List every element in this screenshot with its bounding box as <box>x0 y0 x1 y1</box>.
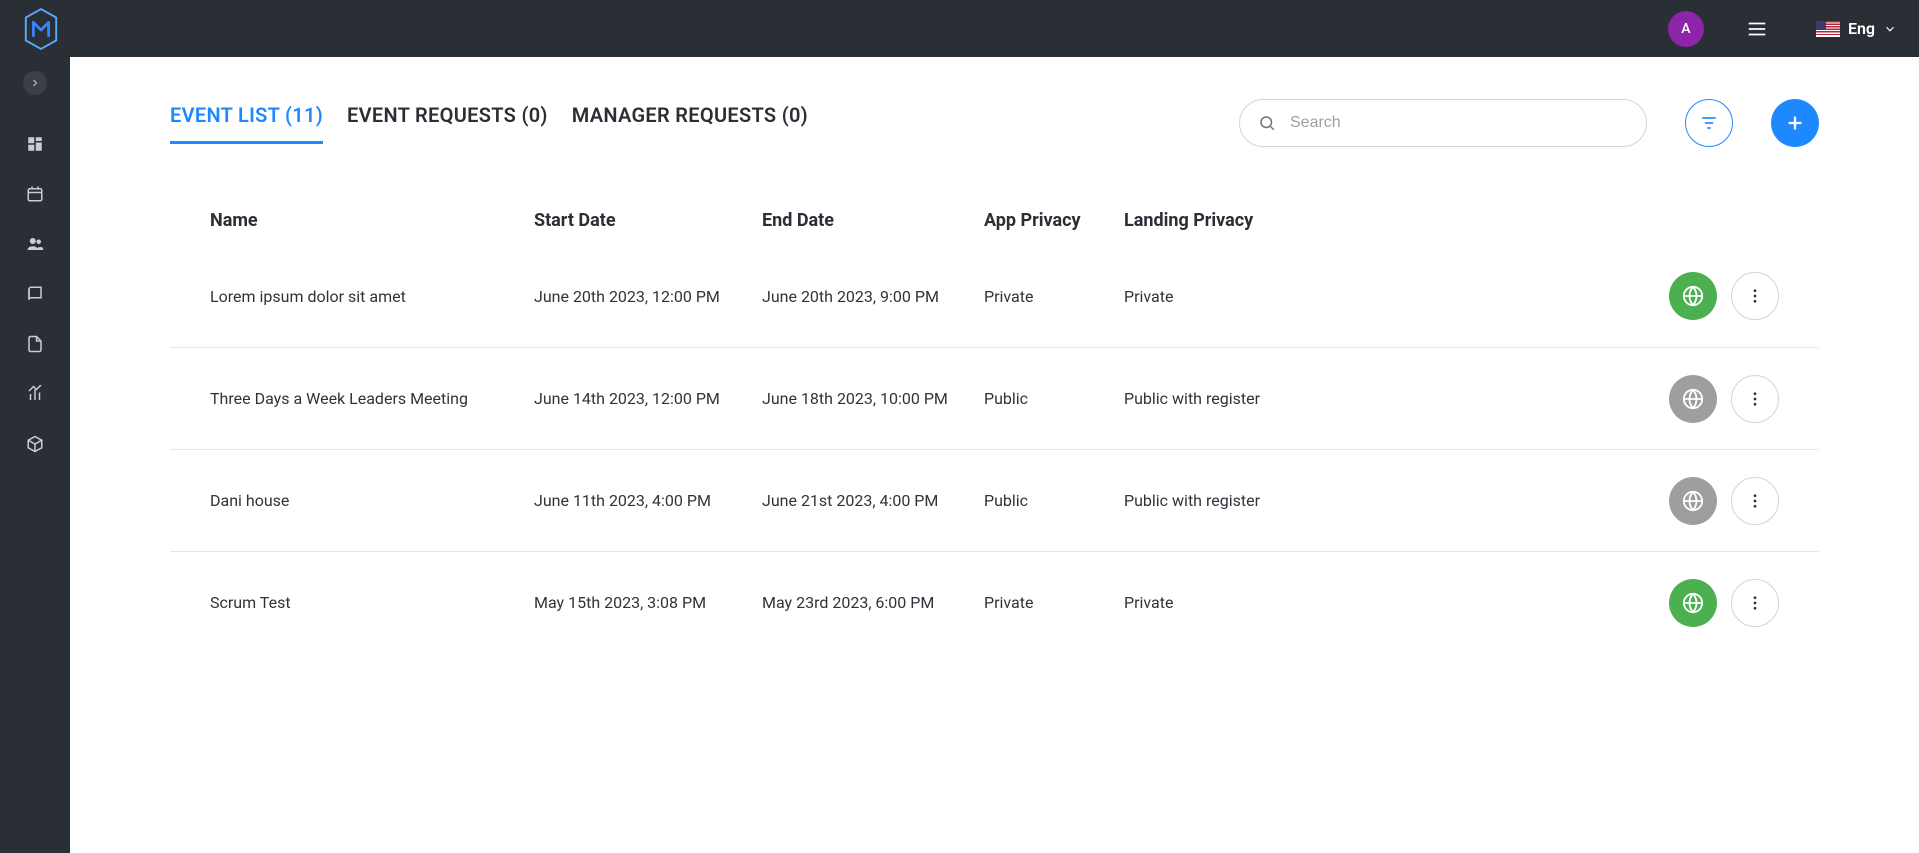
globe-icon <box>1682 490 1704 512</box>
search-box[interactable] <box>1239 99 1647 147</box>
cell-app-privacy: Private <box>984 287 1124 306</box>
globe-icon <box>1682 285 1704 307</box>
file-icon <box>26 335 44 353</box>
table-header-row: Name Start Date End Date App Privacy Lan… <box>170 195 1819 245</box>
more-vert-icon <box>1746 594 1764 612</box>
filter-button[interactable] <box>1685 99 1733 147</box>
col-app-privacy: App Privacy <box>984 210 1124 231</box>
cell-app-privacy: Private <box>984 593 1124 612</box>
tabs-row: EVENT LIST (11) EVENT REQUESTS (0) MANAG… <box>170 99 1819 147</box>
row-globe-button[interactable] <box>1669 579 1717 627</box>
col-name: Name <box>210 210 534 231</box>
row-more-button[interactable] <box>1731 272 1779 320</box>
cell-start-date: June 14th 2023, 12:00 PM <box>534 389 762 408</box>
table-row[interactable]: Lorem ipsum dolor sit ametJune 20th 2023… <box>170 245 1819 347</box>
cell-landing-privacy: Public with register <box>1124 389 1344 408</box>
row-actions <box>1344 579 1779 627</box>
tab-event-list[interactable]: EVENT LIST (11) <box>170 103 323 144</box>
table-row[interactable]: Three Days a Week Leaders MeetingJune 14… <box>170 347 1819 449</box>
col-start-date: Start Date <box>534 210 762 231</box>
cell-name: Dani house <box>210 491 534 510</box>
sidebar-item-dashboard[interactable] <box>0 119 70 169</box>
sidebar <box>0 57 70 853</box>
sidebar-item-library[interactable] <box>0 269 70 319</box>
sidebar-item-document[interactable] <box>0 319 70 369</box>
chevron-right-icon <box>29 77 41 89</box>
user-avatar[interactable]: A <box>1668 11 1704 47</box>
tab-event-requests[interactable]: EVENT REQUESTS (0) <box>347 103 548 144</box>
row-more-button[interactable] <box>1731 579 1779 627</box>
sidebar-item-analytics[interactable] <box>0 369 70 419</box>
cell-end-date: June 20th 2023, 9:00 PM <box>762 287 984 306</box>
cell-landing-privacy: Private <box>1124 593 1344 612</box>
cell-app-privacy: Public <box>984 491 1124 510</box>
row-more-button[interactable] <box>1731 375 1779 423</box>
events-table: Name Start Date End Date App Privacy Lan… <box>170 195 1819 653</box>
row-actions <box>1344 477 1779 525</box>
more-vert-icon <box>1746 390 1764 408</box>
search-input[interactable] <box>1290 114 1628 132</box>
bar-chart-icon <box>26 385 44 403</box>
cell-landing-privacy: Public with register <box>1124 491 1344 510</box>
main-content: EVENT LIST (11) EVENT REQUESTS (0) MANAG… <box>70 57 1919 853</box>
cell-end-date: May 23rd 2023, 6:00 PM <box>762 593 984 612</box>
sidebar-item-package[interactable] <box>0 419 70 469</box>
calendar-icon <box>26 185 44 203</box>
chevron-down-icon <box>1883 22 1897 36</box>
cell-start-date: June 11th 2023, 4:00 PM <box>534 491 762 510</box>
row-actions <box>1344 272 1779 320</box>
app-logo[interactable] <box>22 7 60 51</box>
dashboard-icon <box>26 135 44 153</box>
book-icon <box>26 285 44 303</box>
row-globe-button[interactable] <box>1669 477 1717 525</box>
table-row[interactable]: Dani houseJune 11th 2023, 4:00 PMJune 21… <box>170 449 1819 551</box>
col-landing-privacy: Landing Privacy <box>1124 210 1344 231</box>
avatar-initial: A <box>1681 21 1690 37</box>
language-switcher[interactable]: Eng <box>1816 19 1897 38</box>
cell-name: Lorem ipsum dolor sit amet <box>210 287 534 306</box>
language-label: Eng <box>1848 19 1875 38</box>
filter-icon <box>1699 113 1719 133</box>
topbar: A Eng <box>0 0 1919 57</box>
cell-name: Scrum Test <box>210 593 534 612</box>
search-icon <box>1258 114 1276 132</box>
globe-icon <box>1682 592 1704 614</box>
cell-start-date: June 20th 2023, 12:00 PM <box>534 287 762 306</box>
box-icon <box>26 435 44 453</box>
people-icon <box>26 235 44 253</box>
sidebar-item-calendar[interactable] <box>0 169 70 219</box>
row-more-button[interactable] <box>1731 477 1779 525</box>
cell-end-date: June 18th 2023, 10:00 PM <box>762 389 984 408</box>
globe-icon <box>1682 388 1704 410</box>
cell-landing-privacy: Private <box>1124 287 1344 306</box>
cell-end-date: June 21st 2023, 4:00 PM <box>762 491 984 510</box>
row-actions <box>1344 375 1779 423</box>
cell-app-privacy: Public <box>984 389 1124 408</box>
row-globe-button[interactable] <box>1669 272 1717 320</box>
sidebar-item-people[interactable] <box>0 219 70 269</box>
sidebar-expand-button[interactable] <box>23 71 47 95</box>
hamburger-menu-icon[interactable] <box>1746 18 1768 40</box>
flag-us-icon <box>1816 21 1840 37</box>
tab-manager-requests[interactable]: MANAGER REQUESTS (0) <box>572 103 808 144</box>
plus-icon <box>1784 112 1806 134</box>
col-end-date: End Date <box>762 210 984 231</box>
add-event-button[interactable] <box>1771 99 1819 147</box>
table-row[interactable]: Scrum TestMay 15th 2023, 3:08 PMMay 23rd… <box>170 551 1819 653</box>
more-vert-icon <box>1746 492 1764 510</box>
cell-start-date: May 15th 2023, 3:08 PM <box>534 593 762 612</box>
row-globe-button[interactable] <box>1669 375 1717 423</box>
more-vert-icon <box>1746 287 1764 305</box>
cell-name: Three Days a Week Leaders Meeting <box>210 389 534 408</box>
